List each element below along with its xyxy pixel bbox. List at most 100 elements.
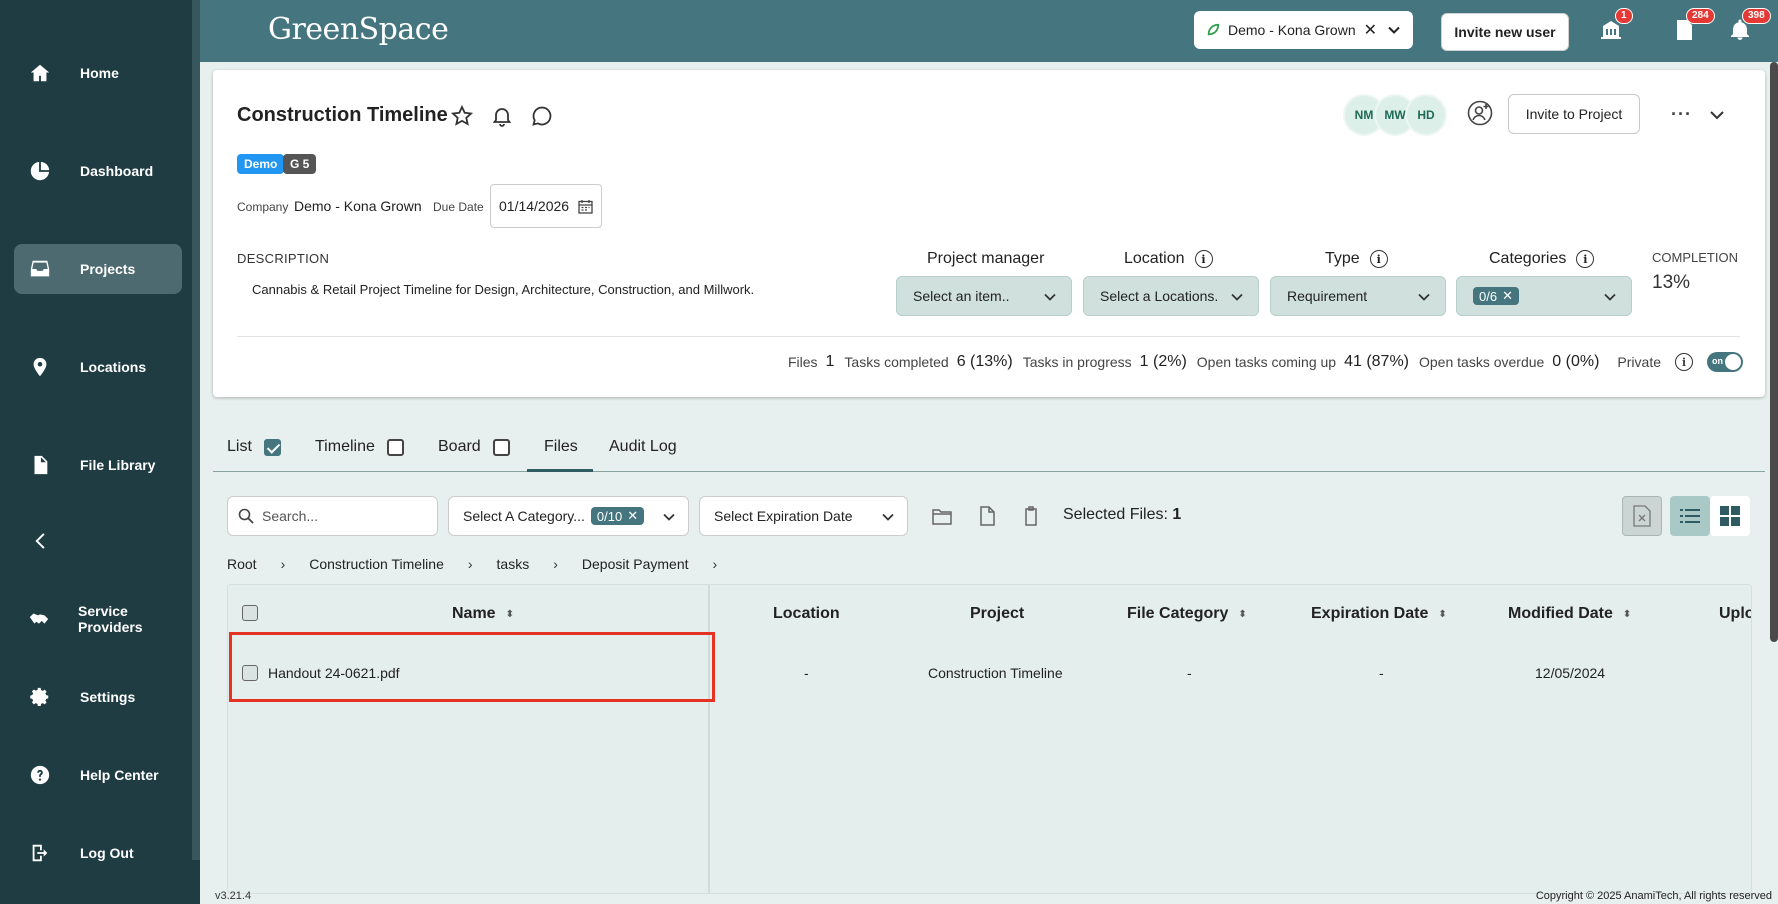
column-header-name[interactable]: Name ⬍ [452, 605, 514, 623]
company-select[interactable]: Demo - Kona Grown ✕ [1194, 11, 1413, 49]
list-view-icon [1680, 509, 1700, 523]
column-header-uploaded[interactable]: Uplo [1719, 605, 1751, 623]
new-file-icon[interactable] [976, 505, 1000, 529]
file-project: Construction Timeline [928, 665, 1063, 681]
chat-bubble-icon[interactable] [530, 104, 554, 128]
project-stats: Files 1 Tasks completed 6 (13%) Tasks in… [788, 352, 1743, 372]
documents-button[interactable]: 284 [1672, 8, 1715, 44]
board-checkbox[interactable] [492, 438, 510, 456]
sidebar-item-settings[interactable]: Settings [14, 672, 182, 722]
sort-icon[interactable]: ⬍ [1438, 609, 1446, 620]
clear-icon[interactable]: ✕ [1364, 20, 1377, 40]
type-select[interactable]: Requirement [1270, 276, 1446, 316]
breadcrumb-deposit-payment[interactable]: Deposit Payment [582, 556, 689, 572]
clear-icon[interactable]: ✕ [1502, 288, 1513, 304]
breadcrumb: Root › Construction Timeline › tasks › D… [227, 556, 741, 572]
info-icon[interactable]: i [1576, 250, 1595, 268]
company-value: Demo - Kona Grown [294, 198, 422, 214]
tab-timeline[interactable]: Timeline [315, 438, 404, 456]
files-count: 1 [825, 353, 835, 370]
info-icon[interactable]: i [1194, 250, 1213, 268]
column-header-location[interactable]: Location [773, 605, 840, 623]
chevron-down-icon [882, 513, 894, 521]
list-view-button[interactable] [1670, 496, 1710, 536]
chevron-down-icon[interactable] [1387, 23, 1401, 37]
categories-select[interactable]: 0/6 ✕ [1456, 276, 1632, 316]
sort-icon[interactable]: ⬍ [1238, 609, 1246, 620]
sidebar-scrollbar[interactable] [192, 0, 200, 860]
page-scrollbar[interactable] [1770, 62, 1778, 642]
excel-file-icon [1633, 505, 1651, 527]
invite-to-project-button[interactable]: Invite to Project [1508, 94, 1640, 134]
sidebar-item-file-library[interactable]: File Library [14, 440, 182, 490]
selected-files-count: Selected Files: 1 [1063, 506, 1182, 523]
timeline-checkbox[interactable] [386, 438, 404, 456]
open-tasks-upcoming-count: 41 (87%) [1344, 353, 1409, 370]
sidebar-item-dashboard[interactable]: Dashboard [14, 146, 182, 196]
categories-label: Categories i [1489, 250, 1595, 268]
export-excel-button[interactable] [1622, 496, 1662, 536]
star-icon[interactable] [450, 104, 474, 128]
private-toggle[interactable]: on [1707, 352, 1743, 372]
file-expiration: - [1379, 665, 1384, 681]
column-header-file-category[interactable]: File Category ⬍ [1127, 605, 1247, 623]
invite-new-user-button[interactable]: Invite new user [1441, 13, 1569, 51]
calendar-icon[interactable] [578, 199, 593, 214]
search-input[interactable]: Search... [227, 496, 438, 536]
breadcrumb-project[interactable]: Construction Timeline [309, 556, 444, 572]
notifications-button[interactable]: 398 [1728, 8, 1771, 44]
sidebar-item-home[interactable]: Home [14, 48, 182, 98]
tasks-completed-count: 6 (13%) [956, 353, 1013, 370]
file-modified-date: 12/05/2024 [1535, 665, 1606, 681]
column-header-modified-date[interactable]: Modified Date ⬍ [1508, 605, 1631, 623]
tab-board[interactable]: Board [438, 438, 510, 456]
sidebar-item-projects[interactable]: Projects [14, 244, 182, 294]
sidebar-item-locations[interactable]: Locations [14, 342, 182, 392]
select-all-checkbox[interactable] [242, 605, 258, 621]
tab-list[interactable]: List [227, 438, 281, 456]
description-label: DESCRIPTION [237, 251, 330, 266]
chevron-right-icon: › [280, 556, 286, 572]
breadcrumb-tasks[interactable]: tasks [497, 556, 530, 572]
clear-icon[interactable]: ✕ [627, 508, 638, 524]
new-folder-icon[interactable] [931, 505, 955, 529]
grid-view-icon [1720, 506, 1740, 526]
sidebar-item-service-providers[interactable]: Service Providers [14, 594, 182, 644]
location-select[interactable]: Select a Locations. [1083, 276, 1259, 316]
more-options-icon[interactable]: ··· [1671, 104, 1692, 125]
sidebar-item-help-center[interactable]: Help Center [14, 750, 182, 800]
files-table: Name ⬍ Location Project File Category ⬍ Ex… [227, 584, 1752, 894]
file-icon [28, 453, 52, 477]
location-label: Location i [1124, 250, 1213, 268]
completion-value: 13% [1652, 272, 1691, 293]
chevron-down-icon[interactable] [1708, 106, 1726, 124]
column-header-project[interactable]: Project [970, 605, 1024, 623]
categories-chip: 0/6 ✕ [1473, 287, 1519, 305]
project-manager-select[interactable]: Select an item.. [896, 276, 1072, 316]
due-date-input[interactable]: 01/14/2026 [490, 184, 602, 228]
bell-outline-icon[interactable] [490, 104, 514, 128]
building-badge: 1 [1615, 8, 1633, 24]
clipboard-icon[interactable] [1020, 505, 1044, 529]
category-filter-select[interactable]: Select A Category... 0/10 ✕ [448, 496, 689, 536]
project-manager-label: Project manager [927, 250, 1045, 267]
info-icon[interactable]: i [1369, 250, 1388, 268]
sidebar-item-log-out[interactable]: Log Out [14, 828, 182, 878]
list-checkbox[interactable] [263, 438, 281, 456]
building-button[interactable]: 1 [1599, 8, 1633, 44]
pie-chart-icon [28, 159, 52, 183]
tab-audit-log[interactable]: Audit Log [609, 438, 677, 456]
project-header-card: Construction Timeline NM MW HD Invite to… [213, 70, 1765, 397]
gear-icon [28, 685, 52, 709]
info-icon[interactable]: i [1675, 353, 1693, 371]
add-member-icon[interactable] [1467, 100, 1495, 128]
sidebar-collapse-button[interactable] [14, 516, 182, 566]
column-header-expiration-date[interactable]: Expiration Date ⬍ [1311, 605, 1447, 623]
expiration-date-select[interactable]: Select Expiration Date [699, 496, 908, 536]
tab-files[interactable]: Files [544, 438, 578, 456]
sort-icon[interactable]: ⬍ [506, 609, 514, 620]
avatar[interactable]: HD [1407, 96, 1445, 134]
sort-icon[interactable]: ⬍ [1623, 609, 1631, 620]
breadcrumb-root[interactable]: Root [227, 556, 257, 572]
grid-view-button[interactable] [1710, 496, 1750, 536]
